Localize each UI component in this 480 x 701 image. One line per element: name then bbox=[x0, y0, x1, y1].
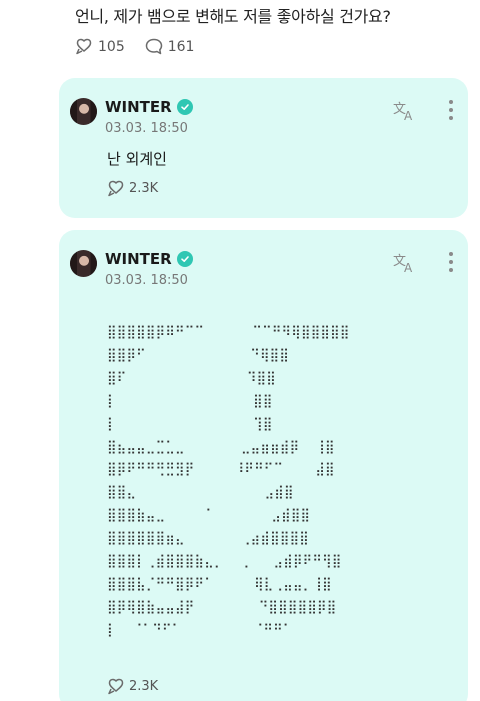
question-comment-count: 161 bbox=[167, 38, 195, 55]
more-options-icon[interactable] bbox=[448, 100, 454, 120]
question-text: 언니, 제가 뱀으로 변해도 저를 좋아하실 건가요? bbox=[75, 7, 391, 26]
reply-like-count: 2.3K bbox=[129, 679, 159, 694]
heart-bubble-icon bbox=[76, 38, 92, 55]
post-date: 03.03. 18:50 bbox=[105, 121, 188, 136]
question-comment[interactable]: 161 bbox=[145, 38, 195, 55]
svg-text:A: A bbox=[404, 109, 413, 122]
author-name-row[interactable]: WINTER bbox=[105, 98, 193, 116]
ascii-art-text: ⣿⣿⣿⣿⣿⡿⠿⠛⠉⠉ ⠉⠉⠛⠻⢿⣿⣿⣿⣿⣿ ⣿⣿⡿⠋ ⠙⢿⣿⣿ ⣿⠏ ⠹⣿⣿ ⡇… bbox=[107, 325, 350, 638]
heart-bubble-icon bbox=[108, 180, 124, 197]
reply-text: 난 외계인 bbox=[107, 150, 167, 168]
heart-bubble-icon bbox=[108, 678, 124, 695]
verified-badge-icon bbox=[176, 99, 193, 115]
author-name: WINTER bbox=[105, 98, 172, 116]
avatar[interactable] bbox=[70, 98, 97, 125]
author-name: WINTER bbox=[105, 250, 172, 268]
author-name-row[interactable]: WINTER bbox=[105, 250, 193, 268]
reply-card: WINTER 03.03. 18:50 文 A 난 외계인 2.3K bbox=[59, 78, 468, 218]
translate-icon[interactable]: 文 A bbox=[392, 98, 416, 122]
more-options-icon[interactable] bbox=[448, 252, 454, 272]
question-stats: 105 161 bbox=[75, 38, 214, 55]
translate-icon[interactable]: 文 A bbox=[392, 250, 416, 274]
question-like-count: 105 bbox=[98, 38, 125, 55]
verified-badge-icon bbox=[176, 251, 193, 267]
reply-like[interactable]: 2.3K bbox=[107, 678, 158, 695]
question-like[interactable]: 105 bbox=[75, 38, 125, 55]
avatar[interactable] bbox=[70, 250, 97, 277]
comment-icon bbox=[145, 38, 162, 55]
reply-like-count: 2.3K bbox=[129, 181, 159, 196]
svg-text:A: A bbox=[404, 261, 413, 274]
reply-card: WINTER 03.03. 18:50 文 A ⣿⣿⣿⣿⣿⡿⠿⠛⠉⠉ ⠉⠉⠛⠻⢿… bbox=[59, 230, 468, 701]
post-date: 03.03. 18:50 bbox=[105, 273, 188, 288]
reply-like[interactable]: 2.3K bbox=[107, 180, 158, 197]
